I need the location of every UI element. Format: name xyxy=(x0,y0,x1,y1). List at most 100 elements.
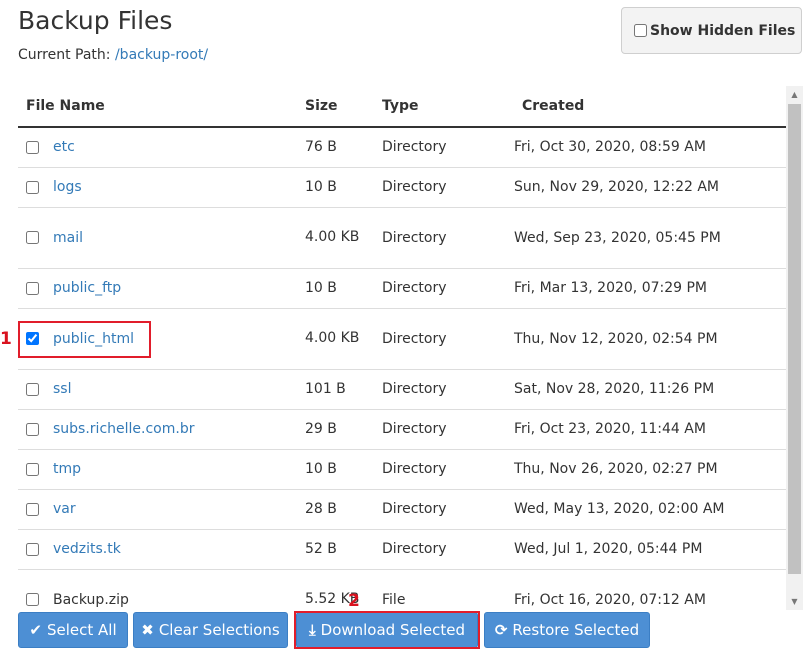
file-name-cell: logs xyxy=(53,167,305,208)
row-select-cell xyxy=(18,167,53,208)
row-select-cell xyxy=(18,308,53,370)
directory-link[interactable]: vedzits.tk xyxy=(53,541,121,557)
file-type: Directory xyxy=(374,308,514,370)
row-checkbox[interactable] xyxy=(26,180,39,194)
directory-link[interactable]: tmp xyxy=(53,461,81,477)
file-size: 52 B xyxy=(305,529,374,570)
show-hidden-files-checkbox[interactable] xyxy=(634,24,647,37)
row-select-cell xyxy=(18,569,53,610)
row-checkbox[interactable] xyxy=(26,382,39,396)
select-all-button[interactable]: ✔ Select All xyxy=(18,612,128,648)
table-row: public_html 4.00 KB Directory Thu, Nov 12, … xyxy=(18,308,786,370)
scrollbar-thumb[interactable] xyxy=(788,104,801,574)
row-checkbox[interactable] xyxy=(26,542,39,556)
file-type: Directory xyxy=(374,449,514,490)
file-size: 10 B xyxy=(305,449,374,490)
directory-link[interactable]: ssl xyxy=(53,381,71,397)
download-icon: ⤓ xyxy=(309,621,316,639)
show-hidden-files-toggle[interactable]: Show Hidden Files xyxy=(621,7,802,54)
table-row: ssl 101 B Directory Sat, Nov 28, 2020, 11:2… xyxy=(18,369,786,410)
refresh-icon: ⟳ xyxy=(494,621,508,639)
file-created: Wed, May 13, 2020, 02:00 AM xyxy=(514,489,786,530)
file-created: Fri, Mar 13, 2020, 07:29 PM xyxy=(514,268,786,309)
file-size: 5.52 KB xyxy=(305,569,374,610)
file-type: Directory xyxy=(374,369,514,410)
file-size: 29 B xyxy=(305,409,374,450)
file-name: Backup.zip xyxy=(53,591,129,608)
table-row: tmp 10 B Directory Thu, Nov 26, 2020, 02:27… xyxy=(18,449,786,490)
table-row: mail 4.00 KB Directory Wed, Sep 23, 2020, 0… xyxy=(18,207,786,269)
file-type: Directory xyxy=(374,409,514,450)
file-list: etc 76 B Directory Fri, Oct 30, 2020, 08:59… xyxy=(18,127,786,610)
directory-link[interactable]: public_ftp xyxy=(53,280,121,296)
file-table: File Name Size Type Created etc 76 B Direc… xyxy=(18,86,786,610)
row-checkbox[interactable] xyxy=(26,422,39,436)
row-select-cell xyxy=(18,409,53,450)
file-type: Directory xyxy=(374,207,514,269)
file-created: Fri, Oct 23, 2020, 11:44 AM xyxy=(514,409,786,450)
restore-selected-button[interactable]: ⟳ Restore Selected xyxy=(484,612,650,648)
show-hidden-files-label: Show Hidden Files xyxy=(650,22,796,39)
row-checkbox[interactable] xyxy=(26,332,39,345)
file-name-cell: ssl xyxy=(53,369,305,410)
clear-selections-label: Clear Selections xyxy=(158,621,280,639)
column-header-created: Created xyxy=(514,86,786,128)
directory-link[interactable]: subs.richelle.com.br xyxy=(53,421,194,437)
file-size: 76 B xyxy=(305,127,374,168)
row-checkbox[interactable] xyxy=(26,281,39,295)
file-name-cell: Backup.zip xyxy=(53,569,305,610)
table-scrollbar[interactable]: ▲ ▼ xyxy=(786,86,803,610)
file-size: 28 B xyxy=(305,489,374,530)
download-selected-label: Download Selected xyxy=(320,621,465,639)
row-checkbox[interactable] xyxy=(26,462,39,476)
download-selected-button[interactable]: ⤓ Download Selected xyxy=(296,612,478,648)
column-header-size: Size xyxy=(305,86,374,128)
row-select-cell xyxy=(18,207,53,269)
file-size: 4.00 KB xyxy=(305,308,374,370)
step-marker-1: 1 xyxy=(0,329,12,349)
row-select-cell xyxy=(18,268,53,309)
table-row: Backup.zip 5.52 KB File Fri, Oct 16, 2020, … xyxy=(18,569,786,610)
file-type: Directory xyxy=(374,167,514,208)
row-checkbox[interactable] xyxy=(26,231,39,244)
file-table-container[interactable]: File Name Size Type Created etc 76 B Direc… xyxy=(18,86,803,610)
restore-selected-label: Restore Selected xyxy=(512,621,640,639)
table-row: public_ftp 10 B Directory Fri, Mar 13, 2020… xyxy=(18,268,786,309)
row-checkbox[interactable] xyxy=(26,140,39,154)
column-header-file-name: File Name xyxy=(18,86,305,128)
table-row: subs.richelle.com.br 29 B Directory Fri, Oc… xyxy=(18,409,786,450)
page-title: Backup Files xyxy=(18,6,173,35)
file-created: Fri, Oct 16, 2020, 07:12 AM xyxy=(514,569,786,610)
file-size: 101 B xyxy=(305,369,374,410)
file-type: Directory xyxy=(374,529,514,570)
file-type: Directory xyxy=(374,489,514,530)
file-name-cell: mail xyxy=(53,207,305,269)
directory-link[interactable]: mail xyxy=(53,230,83,246)
directory-link[interactable]: etc xyxy=(53,139,75,155)
directory-link[interactable]: logs xyxy=(53,179,82,195)
step-marker-2: 2 xyxy=(348,591,360,611)
file-size: 4.00 KB xyxy=(305,207,374,269)
row-checkbox[interactable] xyxy=(26,502,39,516)
file-name-cell: vedzits.tk xyxy=(53,529,305,570)
file-size: 10 B xyxy=(305,268,374,309)
row-checkbox[interactable] xyxy=(26,593,39,606)
directory-link[interactable]: var xyxy=(53,501,76,517)
clear-selections-button[interactable]: ✖ Clear Selections xyxy=(133,612,288,648)
file-type: File xyxy=(374,569,514,610)
file-created: Sun, Nov 29, 2020, 12:22 AM xyxy=(514,167,786,208)
file-created: Sat, Nov 28, 2020, 11:26 PM xyxy=(514,369,786,410)
row-select-cell xyxy=(18,489,53,530)
scroll-down-arrow-icon[interactable]: ▼ xyxy=(786,593,803,610)
file-name-cell: public_html xyxy=(53,308,305,370)
scroll-up-arrow-icon[interactable]: ▲ xyxy=(786,86,803,103)
file-created: Fri, Oct 30, 2020, 08:59 AM xyxy=(514,127,786,168)
row-select-cell xyxy=(18,449,53,490)
column-header-type: Type xyxy=(374,86,514,128)
file-name-cell: subs.richelle.com.br xyxy=(53,409,305,450)
file-created: Thu, Nov 26, 2020, 02:27 PM xyxy=(514,449,786,490)
directory-link[interactable]: public_html xyxy=(53,331,134,347)
file-name-cell: public_ftp xyxy=(53,268,305,309)
table-row: logs 10 B Directory Sun, Nov 29, 2020, 12:2… xyxy=(18,167,786,208)
current-path-link[interactable]: /backup-root/ xyxy=(115,47,208,63)
